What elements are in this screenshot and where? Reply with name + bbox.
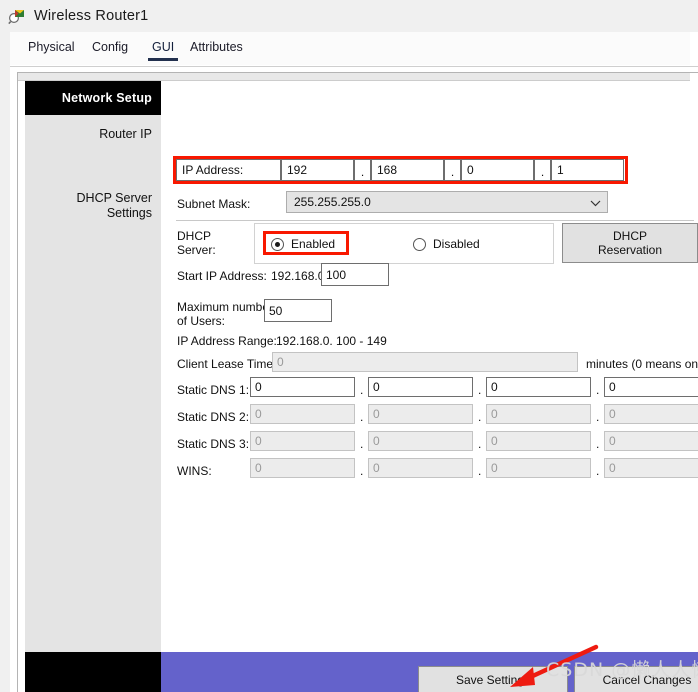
ip-address-octet3-input[interactable]: 0 <box>461 159 534 181</box>
static-dns-1-octet4-input[interactable]: 0 <box>604 377 698 397</box>
dns-1-dot-3: . <box>596 383 600 397</box>
window-body: Physical Config GUI Attributes Network S… <box>10 32 698 692</box>
start-ip-label: Start IP Address: <box>177 269 267 283</box>
static-dns-2-octet2-input[interactable]: 0 <box>368 404 473 424</box>
dhcp-enabled-label: Enabled <box>291 237 336 251</box>
ip-range-label: IP Address Range: <box>177 334 277 348</box>
wins-octet3-input[interactable]: 0 <box>486 458 591 478</box>
dhcp-server-radio-group: Enabled Disabled <box>254 223 554 264</box>
sidebar-item-dhcp-line2: Settings <box>106 206 152 220</box>
static-dns-1-octet2-input[interactable]: 0 <box>368 377 473 397</box>
wins-label: WINS: <box>177 464 212 478</box>
dns-2-dot-1: . <box>360 410 364 424</box>
start-ip-value: 100 <box>326 267 347 282</box>
start-ip-prefix: 192.168.0. <box>271 269 328 283</box>
dns-3-dot-2: . <box>478 437 482 451</box>
dns-3-dot-3: . <box>596 437 600 451</box>
dhcp-reservation-line1: DHCP <box>612 229 647 243</box>
dhcp-disabled-label: Disabled <box>433 237 480 251</box>
client-lease-time-input[interactable]: 0 <box>272 352 578 372</box>
ip-range-value: 192.168.0. 100 - 149 <box>276 334 387 348</box>
radio-unselected-icon <box>413 237 426 251</box>
static-dns-3-octet2-input[interactable]: 0 <box>368 431 473 451</box>
tab-physical[interactable]: Physical <box>28 40 75 59</box>
ip-address-dot-2: . <box>444 159 461 181</box>
wins-dot-1: . <box>360 464 364 478</box>
subnet-mask-value: 255.255.255.0 <box>294 195 371 209</box>
static-dns-2-octet4-input[interactable]: 0 <box>604 404 698 424</box>
start-ip-input[interactable]: 100 <box>321 263 389 286</box>
tab-strip: Physical Config GUI Attributes <box>10 32 698 67</box>
wins-octet2-input[interactable]: 0 <box>368 458 473 478</box>
dns-3-dot-1: . <box>360 437 364 451</box>
sidebar-item-router-ip[interactable]: Router IP <box>40 127 152 142</box>
static-dns-2-octet3-input[interactable]: 0 <box>486 404 591 424</box>
static-dns-1-octet1-input[interactable]: 0 <box>250 377 355 397</box>
wins-dot-3: . <box>596 464 600 478</box>
ip-address-label-cell: IP Address: <box>176 159 281 181</box>
ip-address-octet1-input[interactable]: 192 <box>281 159 354 181</box>
static-dns-2-octet1-input[interactable]: 0 <box>250 404 355 424</box>
dhcp-server-label-line2: Server: <box>177 243 216 257</box>
sidebar-header: Network Setup <box>25 81 161 115</box>
max-users-value: 50 <box>269 303 283 318</box>
max-users-label-line2: of Users: <box>177 314 226 328</box>
ip-address-octet4-input[interactable]: 1 <box>551 159 624 181</box>
radio-selected-icon <box>271 237 284 251</box>
panel-top-strip <box>18 73 690 81</box>
ip-address-octet2-value: 168 <box>377 163 398 177</box>
ip-address-dot-3: . <box>534 159 551 181</box>
wins-dot-2: . <box>478 464 482 478</box>
footer-black-band <box>25 652 161 692</box>
dhcp-reservation-line2: Reservation <box>597 243 663 257</box>
app-window: Wireless Router1 Physical Config GUI Att… <box>0 0 698 692</box>
subnet-mask-dropdown[interactable]: 255.255.255.0 <box>286 191 608 213</box>
static-dns-3-octet1-input[interactable]: 0 <box>250 431 355 451</box>
max-users-label-line1: Maximum number <box>177 300 274 314</box>
static-dns-1-label: Static DNS 1: <box>177 383 250 397</box>
dns-2-dot-3: . <box>596 410 600 424</box>
ip-address-octet3-value: 0 <box>467 163 474 177</box>
static-dns-3-octet4-input[interactable]: 0 <box>604 431 698 451</box>
dns-2-dot-2: . <box>478 410 482 424</box>
wins-octet4-input[interactable]: 0 <box>604 458 698 478</box>
ip-address-label: IP Address: <box>182 163 244 177</box>
ip-address-octet2-input[interactable]: 168 <box>371 159 444 181</box>
dns-1-dot-2: . <box>478 383 482 397</box>
chevron-down-icon <box>590 198 601 207</box>
dhcp-server-label: DHCP Server: <box>177 229 216 257</box>
wins-octet1-input[interactable]: 0 <box>250 458 355 478</box>
sidebar-item-dhcp-server-settings[interactable]: DHCP Server Settings <box>40 191 152 221</box>
static-dns-2-label: Static DNS 2: <box>177 410 250 424</box>
client-lease-time-value: 0 <box>277 355 284 369</box>
network-setup-sidebar: Network Setup Router IP DHCP Server Sett… <box>25 81 161 692</box>
max-users-input[interactable]: 50 <box>264 299 332 322</box>
subnet-mask-label: Subnet Mask: <box>177 197 251 211</box>
tab-attributes[interactable]: Attributes <box>190 40 243 59</box>
ip-address-octet4-value: 1 <box>557 163 564 177</box>
static-dns-3-octet3-input[interactable]: 0 <box>486 431 591 451</box>
client-lease-time-label: Client Lease Time: <box>177 357 277 371</box>
csdn-watermark: CSDN @懒人人懒 <box>546 659 698 681</box>
dhcp-reservation-button[interactable]: DHCP Reservation <box>562 223 698 263</box>
section-divider <box>176 220 694 221</box>
static-dns-1-octet3-input[interactable]: 0 <box>486 377 591 397</box>
tab-config[interactable]: Config <box>92 40 128 59</box>
tab-gui[interactable]: GUI <box>147 40 179 61</box>
window-titlebar: Wireless Router1 <box>0 0 698 32</box>
dhcp-enabled-radio[interactable]: Enabled <box>271 237 335 251</box>
router-magnifier-icon <box>8 7 26 25</box>
dns-1-dot-1: . <box>360 383 364 397</box>
static-dns-3-label: Static DNS 3: <box>177 437 250 451</box>
dhcp-disabled-radio[interactable]: Disabled <box>413 237 480 251</box>
ip-address-dot-1: . <box>354 159 371 181</box>
sidebar-item-dhcp-line1: DHCP Server <box>76 191 152 205</box>
max-users-label: Maximum number of Users: <box>177 300 273 328</box>
ip-address-octet1-value: 192 <box>287 163 308 177</box>
client-lease-time-suffix: minutes (0 means one day) <box>586 357 698 371</box>
window-title: Wireless Router1 <box>34 8 149 24</box>
dhcp-server-label-line1: DHCP <box>177 229 212 243</box>
gui-panel: Network Setup Router IP DHCP Server Sett… <box>17 72 698 692</box>
network-setup-form: IP Address: 192 . 168 . 0 . 1 Subnet Mas… <box>168 81 698 692</box>
